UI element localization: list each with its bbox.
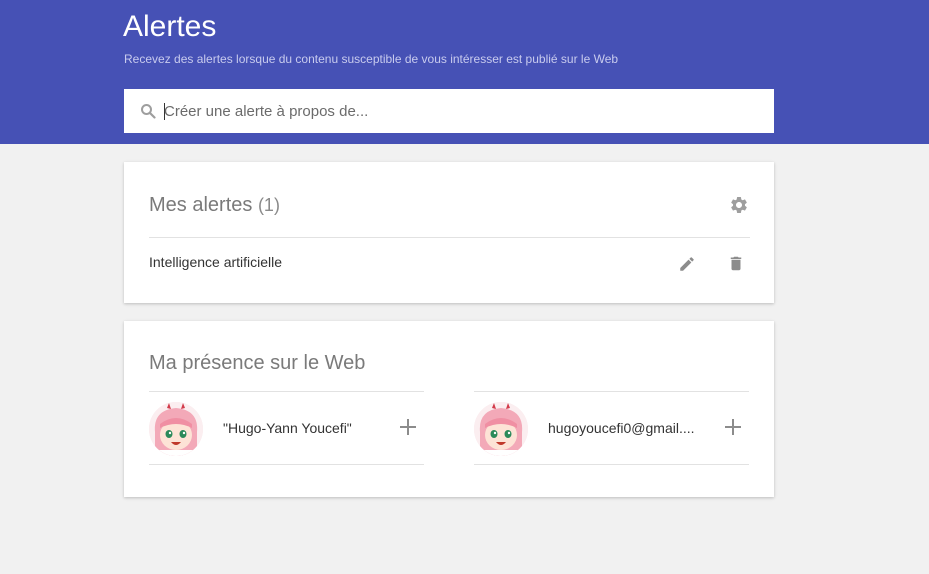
presence-name: hugoyoucefi0@gmail....	[548, 420, 695, 436]
my-alerts-title: Mes alertes (1)	[149, 194, 280, 217]
web-presence-card: Ma présence sur le Web "Hugo-Yann Youcef…	[124, 321, 774, 497]
divider	[474, 391, 749, 392]
plus-icon[interactable]	[725, 419, 741, 435]
avatar	[149, 402, 203, 456]
web-presence-title: Ma présence sur le Web	[149, 352, 366, 374]
divider	[149, 391, 424, 392]
plus-icon[interactable]	[400, 419, 416, 435]
my-alerts-count: (1)	[257, 195, 280, 215]
divider	[149, 237, 750, 238]
my-alerts-heading: Mes alertes	[149, 194, 253, 216]
search-icon	[140, 103, 156, 119]
search-input[interactable]	[164, 89, 764, 133]
page-subtitle: Recevez des alertes lorsque du contenu s…	[124, 52, 619, 66]
avatar	[474, 402, 528, 456]
page-title: Alertes	[123, 10, 217, 43]
presence-name: "Hugo-Yann Youcefi"	[223, 420, 352, 436]
header-banner: Alertes Recevez des alertes lorsque du c…	[0, 0, 929, 144]
pencil-icon[interactable]	[678, 255, 696, 273]
presence-item[interactable]: "Hugo-Yann Youcefi"	[149, 391, 424, 465]
alert-label[interactable]: Intelligence artificielle	[149, 254, 282, 270]
presence-item[interactable]: hugoyoucefi0@gmail....	[474, 391, 749, 465]
divider	[149, 464, 424, 465]
divider	[474, 464, 749, 465]
trash-icon[interactable]	[727, 254, 745, 273]
my-alerts-card: Mes alertes (1) Intelligence artificiell…	[124, 162, 774, 303]
gear-icon[interactable]	[729, 195, 749, 215]
search-box[interactable]	[124, 89, 774, 133]
